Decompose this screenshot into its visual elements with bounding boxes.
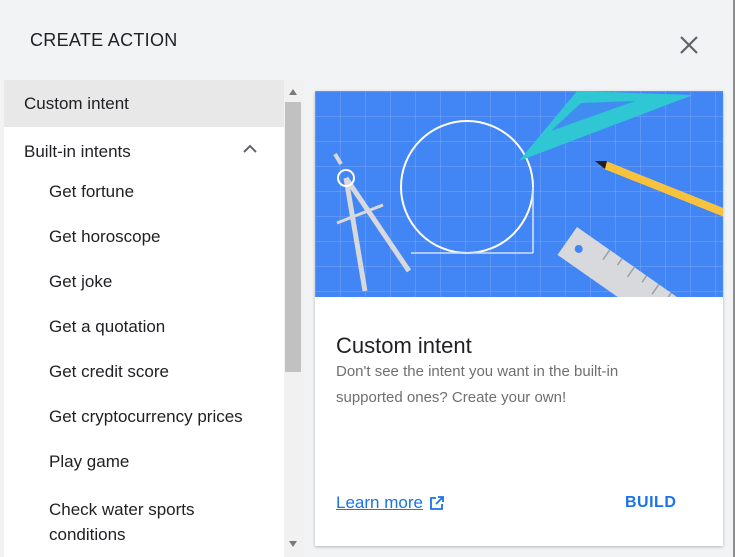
sidebar-item-label: Check water sports conditions: [49, 500, 195, 544]
scroll-down-arrow[interactable]: [289, 541, 297, 547]
sidebar-item-get-fortune[interactable]: Get fortune: [4, 182, 284, 202]
create-action-dialog: CREATE ACTION Custom intent Built-in int…: [0, 0, 735, 557]
sidebar-item-label: Get horoscope: [49, 227, 161, 246]
card-title: Custom intent: [336, 333, 472, 358]
intent-detail-pane: Custom intent Don't see the intent you w…: [304, 80, 733, 557]
sidebar-item-label: Get a quotation: [49, 317, 166, 336]
sidebar-item-label: Built-in intents: [24, 142, 131, 161]
sidebar-item-custom-intent[interactable]: Custom intent: [4, 80, 284, 127]
sidebar-item-label: Get joke: [49, 272, 113, 291]
scroll-thumb[interactable]: [285, 102, 301, 372]
sidebar-item-get-horoscope[interactable]: Get horoscope: [4, 227, 284, 247]
sidebar-scrollbar[interactable]: [284, 80, 304, 557]
sidebar-item-label: Get fortune: [49, 182, 135, 201]
sidebar-item-play-game[interactable]: Play game: [4, 452, 284, 472]
learn-more-link[interactable]: Learn more: [336, 493, 445, 513]
close-icon: [680, 36, 698, 54]
card-description: Don't see the intent you want in the bui…: [336, 363, 619, 406]
chevron-up-icon: [243, 144, 257, 153]
sidebar-item-label: Get cryptocurrency prices: [49, 407, 243, 426]
dialog-header: CREATE ACTION: [0, 0, 733, 80]
custom-intent-card: Custom intent Don't see the intent you w…: [315, 91, 723, 546]
sidebar-item-get-credit-score[interactable]: Get credit score: [4, 362, 284, 382]
sidebar-item-get-cryptocurrency-prices[interactable]: Get cryptocurrency prices: [4, 407, 284, 427]
blueprint-illustration: [315, 91, 723, 297]
sidebar-item-get-joke[interactable]: Get joke: [4, 272, 284, 292]
sidebar-item-builtin-intents[interactable]: Built-in intents: [4, 127, 284, 172]
build-button[interactable]: BUILD: [625, 494, 676, 512]
close-button[interactable]: [676, 32, 702, 58]
sidebar-item-label: Get credit score: [49, 362, 169, 381]
sidebar-item-label: Play game: [49, 452, 130, 471]
sidebar-item-check-water-sports-conditions[interactable]: Check water sports conditions: [4, 497, 284, 547]
sidebar-item-get-a-quotation[interactable]: Get a quotation: [4, 317, 284, 337]
intent-sidebar: Custom intent Built-in intents Get fortu…: [4, 80, 284, 557]
dialog-title: CREATE ACTION: [30, 30, 178, 50]
learn-more-label: Learn more: [336, 493, 423, 512]
scroll-up-arrow[interactable]: [289, 89, 297, 95]
external-link-icon: [430, 496, 444, 510]
sidebar-item-label: Custom intent: [24, 94, 129, 113]
